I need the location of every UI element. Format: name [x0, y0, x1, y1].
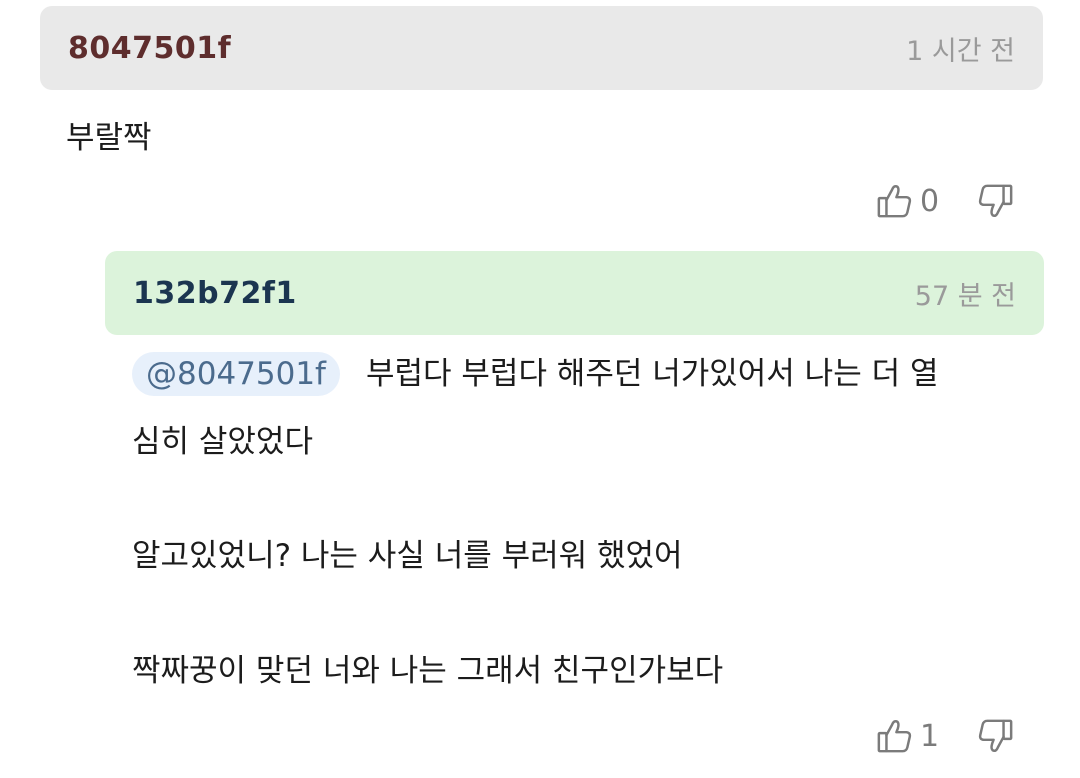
like-count: 0: [920, 183, 940, 219]
reply-author[interactable]: 132b72f1: [133, 276, 297, 311]
reply-text-line-2: 심히 살았었다: [132, 424, 313, 460]
comment-text: 부랄짝: [66, 120, 152, 156]
like-count: 1: [920, 718, 940, 754]
comment-author[interactable]: 8047501f: [68, 31, 231, 66]
thumbs-down-icon[interactable]: [976, 717, 1014, 755]
comment-reactions: 0: [876, 182, 1014, 220]
comment-timestamp: 1 시간 전: [906, 35, 1015, 67]
reply-header: 132b72f1 57 분 전: [105, 251, 1044, 335]
reply-text-line-3: 알고있었니? 나는 사실 너를 부러워 했었어: [132, 538, 683, 574]
thumbs-down-icon[interactable]: [976, 182, 1014, 220]
reply-text-line-1: @8047501f 부럽다 부럽다 해주던 너가있어서 나는 더 열: [132, 348, 938, 396]
reply-text-line-4: 짝짜꿍이 맞던 너와 나는 그래서 친구인가보다: [132, 653, 724, 689]
reply-text: 부럽다 부럽다 해주던 너가있어서 나는 더 열: [365, 356, 939, 392]
thumbs-up-icon[interactable]: [876, 182, 914, 220]
thumbs-up-icon[interactable]: [876, 717, 914, 755]
reply-reactions: 1: [876, 717, 1014, 755]
mention-tag[interactable]: @8047501f: [132, 352, 340, 396]
comment-header: 8047501f 1 시간 전: [40, 6, 1043, 90]
reply-timestamp: 57 분 전: [914, 280, 1016, 312]
